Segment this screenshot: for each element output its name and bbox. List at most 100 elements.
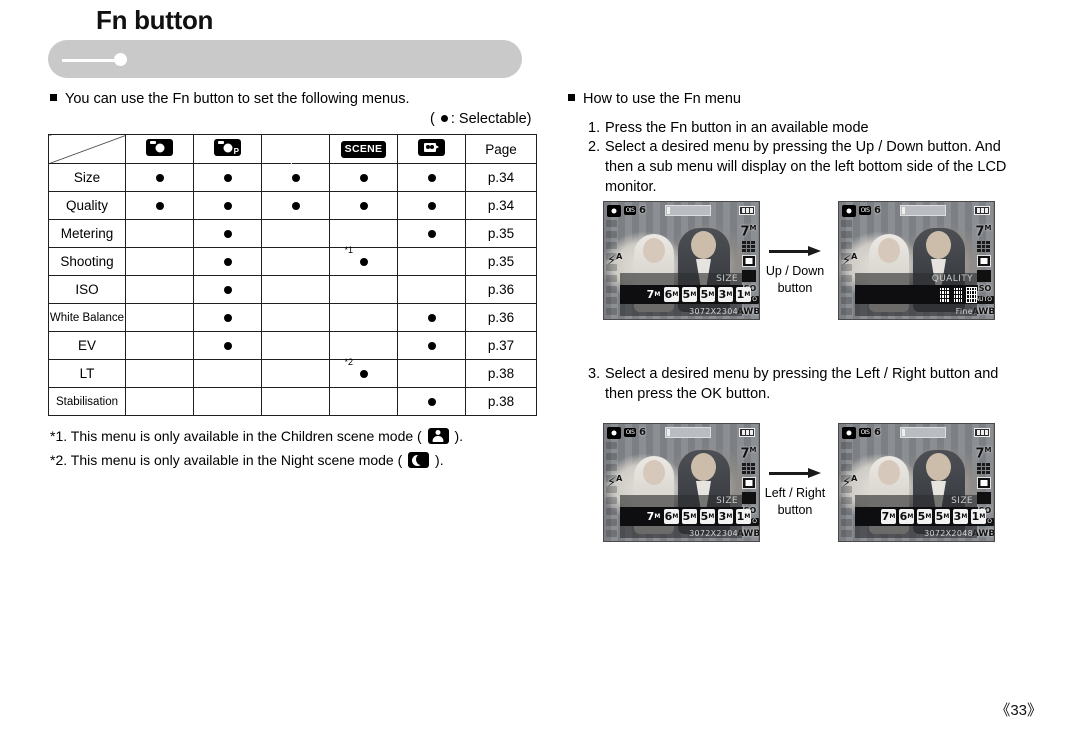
availability-dot-icon [359,174,368,182]
menu-option-spacer [858,287,936,302]
page-number: 《33》 [995,702,1042,719]
availability-dot-icon [427,342,436,350]
table-cell-availability [329,331,398,360]
arrow-updown-line1: Up / Down [765,264,825,278]
table-cell-availability [329,163,398,192]
header-bullet-dot [114,53,127,66]
table-cell-page: p.34 [465,163,537,192]
step-1-number: 1. [588,120,601,136]
menu-option-6[interactable]: 1M [736,509,751,524]
step-1: 1. Press the Fn button in an available m… [588,118,869,138]
menu-option-6[interactable]: 1M [971,509,986,524]
menu-option-5[interactable]: 3M [953,509,968,524]
arrow-right-icon [769,468,821,478]
table-row-label: Stabilisation [48,387,126,416]
flash-auto-icon: ⚡A [842,474,858,491]
submenu-options-strip: 7M6M5M5M3M1M [855,507,986,526]
table-cell-page: p.38 [465,387,537,416]
quality-option-3[interactable] [966,286,978,303]
menu-option-5[interactable]: 3M [718,287,733,302]
table-cell-availability [261,275,330,304]
lcd-submenu-bar: SIZE 7 M 6 M 5 M 5 M 3 M 1 M 3072X2048 [855,495,986,538]
exposure-meter-bar [899,427,946,438]
availability-dot-icon [359,202,368,210]
table-cell-availability [261,387,330,416]
availability-dot-icon [427,174,436,182]
menu-option-2[interactable]: 6M [664,509,679,524]
image-size-indicator: 7M [975,224,992,240]
footnote-1-suffix: ). [450,428,464,444]
menu-option-4[interactable]: 5M [935,509,950,524]
table-cell-availability [397,219,466,248]
menu-option-2[interactable]: 6M [664,287,679,302]
menu-option-3[interactable]: 5M [682,509,697,524]
children-scene-icon [427,428,449,444]
menu-option-spacer [623,287,643,302]
shots-remaining-count: 6 [639,427,646,438]
table-row-label: LT [48,359,126,388]
how-to-heading: How to use the Fn menu [583,91,741,107]
footnote-1-prefix: *1. This menu is only available in the C… [50,428,426,444]
table-cell-availability [329,191,398,220]
table-cell-availability [397,191,466,220]
menu-option-3[interactable]: 5M [917,509,932,524]
table-cell-page: p.38 [465,359,537,388]
movie-mode-icon [418,139,445,156]
table-cell-availability [125,331,194,360]
lcd-submenu-bar: SIZE 7 M 6 M 5 M 5 M 3 M 1 M 3072X2304 [620,273,751,316]
submenu-title: SIZE [716,274,738,284]
menu-option-4[interactable]: 5M [700,287,715,302]
quality-option-1[interactable] [939,286,950,303]
table-row-label: ISO [48,275,126,304]
table-cell-availability [193,247,262,276]
table-cell-availability [125,219,194,248]
table-cell-availability [193,219,262,248]
availability-dot-icon [223,314,232,322]
table-row: Stabilisation p.38 [48,387,537,416]
program-mode-icon: P [214,139,241,156]
availability-dot-icon [427,314,436,322]
iso-label: ISO [975,284,992,294]
shooting-mode-indicator-icon [741,492,756,505]
table-cell-availability [193,163,262,192]
quality-option-2[interactable] [952,286,964,303]
lcd-preview-4: ⚡AOIS67MISOAUTOAWBSIZE7M6M5M5M3M1M3072X2… [838,423,995,542]
table-row: Metering p.35 [48,219,537,248]
shooting-mode-indicator-icon [976,492,991,505]
ois-indicator-icon: OIS [624,428,636,437]
lcd-preview-2: ⚡A OIS 6 7M ISO AUTO AWB QUALITY Fine [838,201,995,320]
table-cell-availability [397,303,466,332]
table-cell-availability [193,275,262,304]
menu-option-1[interactable]: 7M [646,509,661,524]
menu-option-5[interactable]: 3M [718,509,733,524]
table-cell-availability [397,359,466,388]
menu-option-1[interactable]: 7M [881,509,896,524]
menu-option-6[interactable]: 1M [736,287,751,302]
table-header-page: Page [465,134,537,164]
quality-indicator-icon [977,241,990,253]
shots-remaining-count: 6 [639,205,646,216]
menu-option-2[interactable]: 6M [899,509,914,524]
footnote-night: *2. This menu is only available in the N… [50,452,444,468]
step-3: 3. Select a desired menu by pressing the… [588,364,1024,404]
submenu-options-strip: 7M6M5M5M3M1M [620,285,751,304]
image-size-indicator: 7M [740,224,757,240]
availability-dot-icon [223,286,232,294]
table-row: EV p.37 [48,331,537,360]
table-cell-availability [193,303,262,332]
selectable-dot-icon [440,115,448,122]
table-row-label: Quality [48,191,126,220]
metering-indicator-icon [976,477,991,490]
table-header-auto-mode [125,134,194,164]
table-cell-availability [125,275,194,304]
menu-option-3[interactable]: 5M [682,287,697,302]
lcd-top-status-bar: OIS 6 [604,424,759,441]
availability-dot-icon [155,174,164,182]
menu-option-1[interactable]: 7M [646,287,661,302]
lcd-submenu-bar: QUALITY Fine [855,273,978,316]
menu-option-4[interactable]: 5M [700,509,715,524]
shots-remaining-count: 6 [874,427,881,438]
mode-indicator-icon [607,426,621,439]
menu-option-spacer [623,509,643,524]
availability-dot-icon [427,398,436,406]
